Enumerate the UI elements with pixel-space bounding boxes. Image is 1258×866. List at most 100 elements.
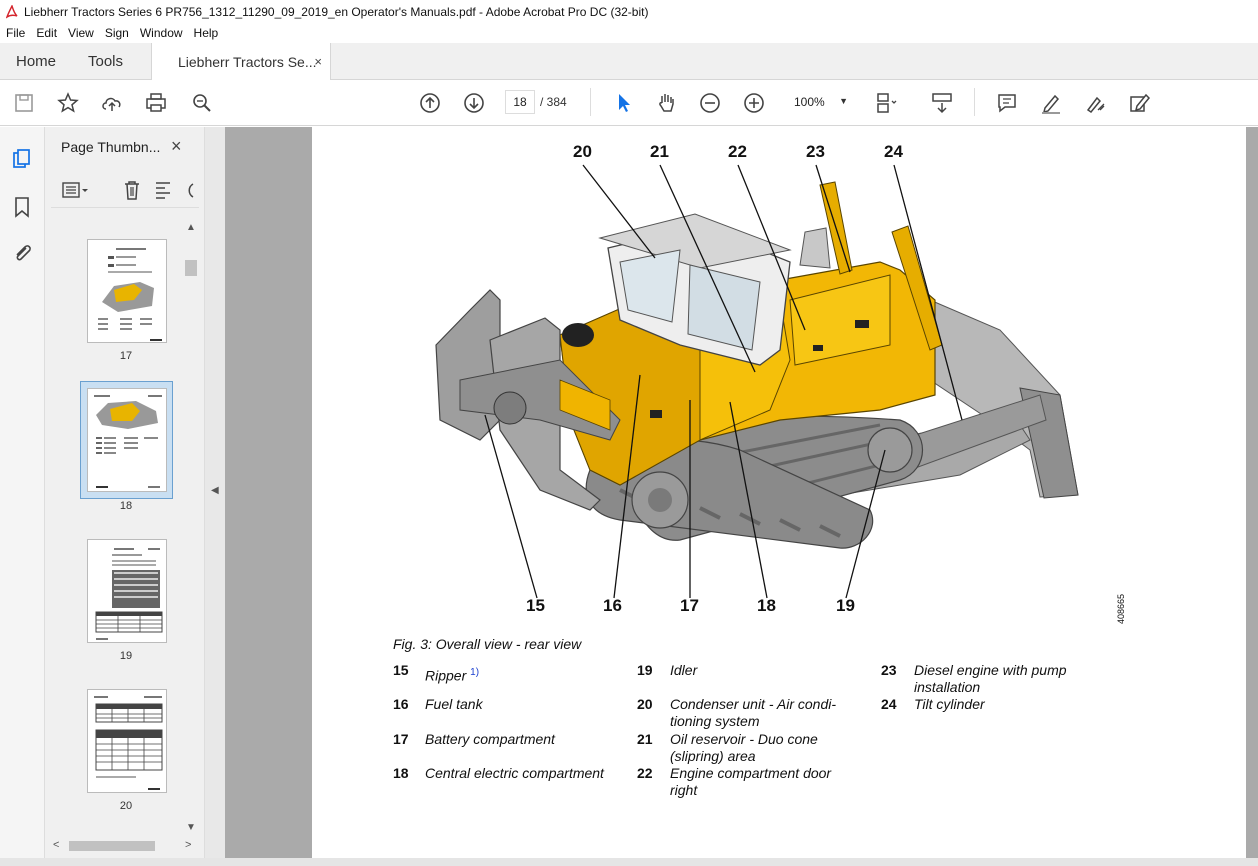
panel-title: Page Thumbn... [61,139,161,155]
fill-sign-icon[interactable] [1127,91,1151,115]
legend-number: 23 [881,662,897,678]
legend-number: 22 [637,765,653,781]
rotate-pages-icon[interactable] [153,179,175,201]
window-title: Liebherr Tractors Series 6 PR756_1312_11… [24,4,649,19]
dozer-illustration [435,164,1079,599]
page-down-icon[interactable] [462,91,486,115]
thumbnail-label: 17 [119,350,133,362]
scroll-up-icon[interactable]: ▲ [186,222,196,233]
menu-bar: File Edit View Sign Window Help [0,23,1258,43]
delete-icon[interactable] [121,179,143,201]
comment-icon[interactable] [995,91,1019,115]
thumbnail-horizontal-scrollbar[interactable]: < > [49,838,197,854]
scroll-mode-icon[interactable] [930,91,954,115]
zoom-out-icon[interactable] [698,91,722,115]
panel-divider [51,207,199,208]
legend-text: Diesel engine with pump installation [914,662,1067,695]
draw-sign-icon[interactable] [1083,91,1107,115]
menu-edit[interactable]: Edit [36,26,57,40]
more-options-icon[interactable] [185,179,195,201]
figure-caption: Fig. 3: Overall view - rear view [393,636,582,652]
star-icon[interactable] [56,91,80,115]
menu-view[interactable]: View [68,26,94,40]
zoom-value: 100% [794,95,825,109]
legend-number: 15 [393,662,409,678]
zoom-in-icon[interactable] [742,91,766,115]
hand-tool-icon[interactable] [654,91,678,115]
legend-number: 19 [637,662,653,678]
callout-number: 20 [573,142,592,161]
legend-text: Condenser unit - Air condi- tioning syst… [670,696,837,729]
legend-text: Oil reservoir - Duo cone (slipring) area [670,731,818,764]
select-cursor-icon[interactable] [612,91,636,115]
print-icon[interactable] [144,91,168,115]
callout-number: 21 [650,142,669,161]
tab-home[interactable]: Home [16,43,56,80]
legend-number: 17 [393,731,409,747]
tab-document-label: Liebherr Tractors Se... [178,54,317,70]
tab-tools[interactable]: Tools [88,43,123,80]
acrobat-icon [6,4,18,19]
zoom-search-icon[interactable] [190,91,214,115]
toolbar [0,80,1258,126]
zoom-dropdown[interactable]: 100% ▼ [788,90,854,114]
legend-number: 18 [393,765,409,781]
callout-number: 17 [680,596,699,615]
page-layout-icon[interactable] [874,91,898,115]
legend-text: Tilt cylinder [914,696,985,712]
scrollbar-thumb[interactable] [185,260,197,276]
bookmark-icon[interactable] [10,195,34,219]
toolbar-separator [590,88,591,116]
legend-number: 16 [393,696,409,712]
toolbar-separator [974,88,975,116]
collapse-panel-icon[interactable]: ◀ [211,485,219,496]
legend-text: Engine compartment door right [670,765,832,798]
figure-code: 408665 [1116,593,1126,624]
callout-number: 22 [728,142,747,161]
menu-help[interactable]: Help [194,26,219,40]
legend-text: Battery compartment [425,731,555,747]
tab-document[interactable]: Liebherr Tractors Se... × [151,43,331,81]
title-bar: Liebherr Tractors Series 6 PR756_1312_11… [0,0,1258,23]
callout-number: 15 [526,596,545,615]
thumbnail-label: 19 [119,650,133,662]
scroll-left-icon[interactable]: < [53,839,59,851]
thumbnail-options-icon[interactable] [61,179,88,201]
page-up-icon[interactable] [418,91,442,115]
callout-number: 18 [757,596,776,615]
scrollbar-thumb[interactable] [69,841,155,851]
save-icon[interactable] [12,91,36,115]
panel-collapse-strip[interactable]: ◀ [205,127,225,866]
attachment-icon[interactable] [10,241,34,265]
thumbnail-page-20[interactable] [87,689,167,793]
upload-cloud-icon[interactable] [100,91,124,115]
legend-text: Central electric compartment [425,765,604,781]
scroll-down-icon[interactable]: ▼ [186,822,196,833]
menu-window[interactable]: Window [140,26,183,40]
scroll-right-icon[interactable]: > [185,839,191,851]
callout-number: 19 [836,596,855,615]
thumbnail-page-17[interactable] [87,239,167,343]
left-navigation-rail [0,127,45,866]
thumbnail-page-19[interactable] [87,539,167,643]
close-tab-icon[interactable]: × [314,54,322,69]
page-number-input[interactable]: 18 [505,90,535,114]
legend-number: 21 [637,731,653,747]
bottom-status-strip [0,858,1258,866]
page-total-label: / 384 [540,95,567,109]
footnote-ref[interactable]: 1) [470,667,479,678]
menu-file[interactable]: File [6,26,25,40]
callout-number: 16 [603,596,622,615]
callout-number: 23 [806,142,825,161]
thumbnail-label: 18 [119,500,133,512]
page-thumbnails-icon[interactable] [10,147,34,171]
highlight-pen-icon[interactable] [1039,91,1063,115]
close-panel-icon[interactable]: × [171,136,182,157]
legend-text: Fuel tank [425,696,483,712]
legend-number: 20 [637,696,653,712]
legend-text: Idler [670,662,698,678]
thumbnail-vertical-scrollbar[interactable]: ▲ ▼ [183,222,198,834]
thumbnail-page-18[interactable] [87,388,167,492]
menu-sign[interactable]: Sign [105,26,129,40]
legend-number: 24 [881,696,897,712]
